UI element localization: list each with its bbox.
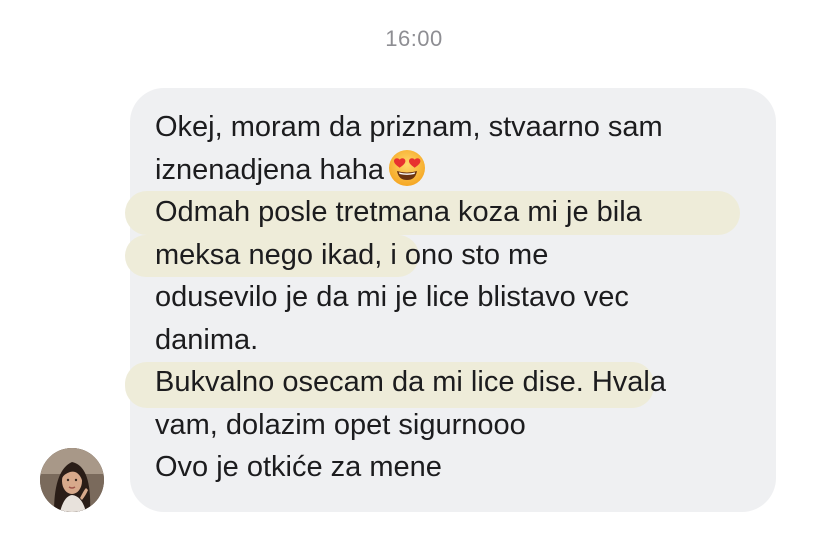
message-line-text: meksa nego ikad, xyxy=(155,238,383,271)
message-line-text: Hvala xyxy=(583,366,666,398)
message-line: vam, dolazim opet sigurnooo xyxy=(155,408,526,441)
message-timestamp: 16:00 xyxy=(385,26,443,51)
message-line: Odmah posle tretmana koza mi je bila xyxy=(155,196,642,228)
message-line: danima. xyxy=(155,323,259,356)
message-line: odusevilo je da mi je lice blistavo vec xyxy=(155,281,629,313)
message-line-text: i ono sto me xyxy=(382,238,549,271)
message-line-text: iznenadjena haha xyxy=(155,153,384,186)
message-text: Okej, moram da priznam, stvaarno sam izn… xyxy=(155,106,765,489)
message-line: iznenadjena haha xyxy=(155,149,765,192)
message-line: Okej, moram da priznam, stvaarno sam xyxy=(155,111,663,143)
heart-eyes-emoji-icon xyxy=(388,149,426,187)
message-line-text: Bukvalno osecam da mi lice dise. xyxy=(155,366,584,398)
avatar-photo-icon xyxy=(40,448,104,512)
message-line: Bukvalno osecam da mi lice dise. Hvala xyxy=(155,361,765,404)
message-line: meksa nego ikad, i ono sto me xyxy=(155,234,765,277)
chat-screen: 16:00 Okej, moram da priznam, stvaarno s… xyxy=(0,0,828,550)
message-line: Ovo je otkiće za mene xyxy=(155,451,442,483)
sender-avatar[interactable] xyxy=(40,448,104,512)
